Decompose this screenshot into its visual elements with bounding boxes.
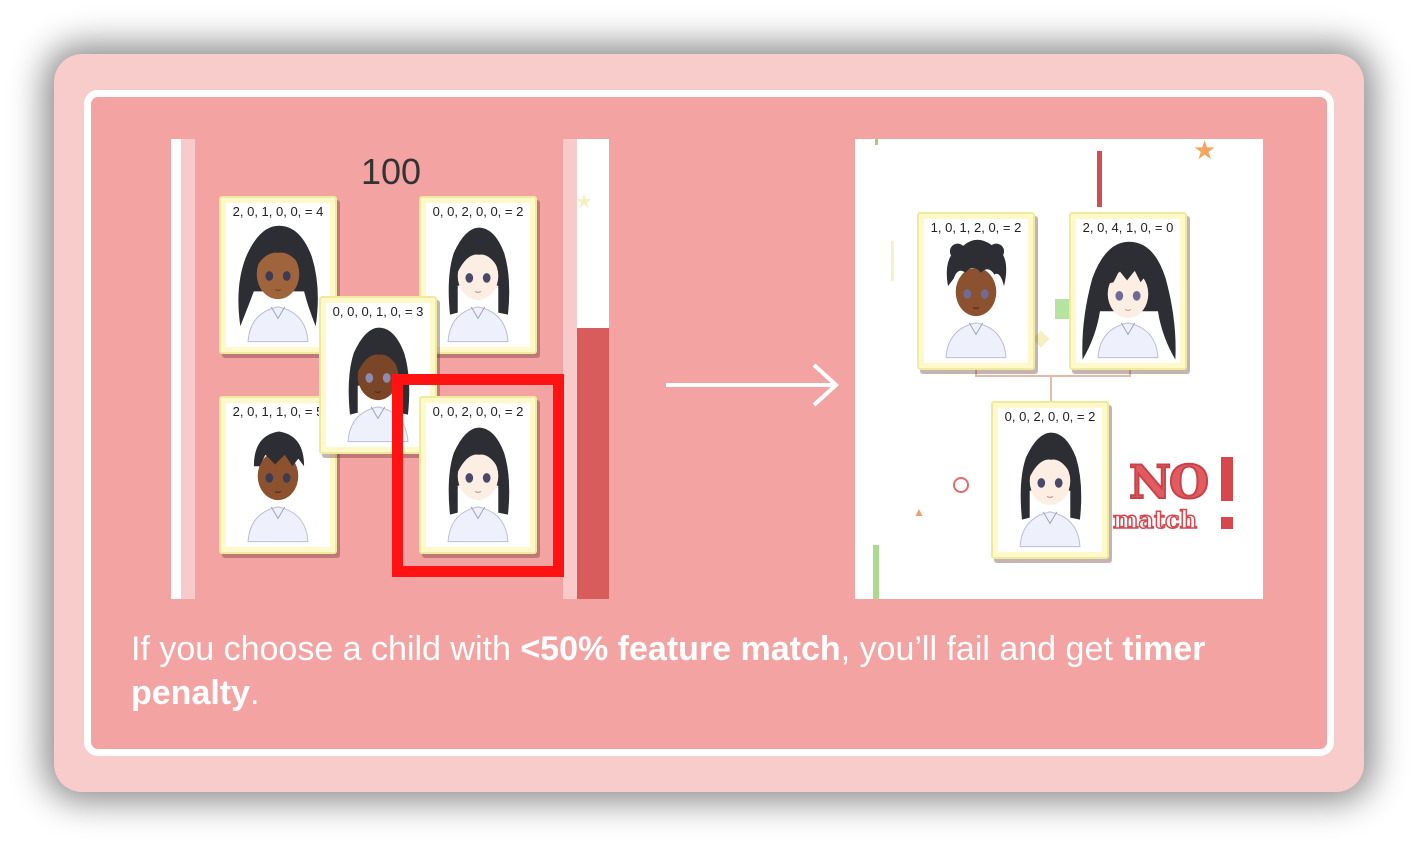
card-feature-label: 0, 0, 2, 0, 0, = 2 [1004, 409, 1096, 424]
child-card-selected: 0, 0, 2, 0, 0, = 2 [991, 401, 1109, 559]
selection-highlight [392, 374, 564, 577]
slide-frame: ★ 100 2, 0, 1, 0, 0, = 4 0, 0, 2, 0, 0, … [84, 90, 1334, 756]
avatar-short-hair-dark-skin [247, 431, 309, 543]
family-connector-stem [1050, 375, 1052, 401]
parent-card: 2, 0, 4, 1, 0, = 0 [1069, 212, 1187, 370]
tutorial-slide: ★ 100 2, 0, 1, 0, 0, = 4 0, 0, 2, 0, 0, … [54, 54, 1364, 792]
decor-square [1055, 299, 1069, 319]
result-screenshot: ▲ ★ 1, 0, 1, 2, 0, = 2 2, 0, 4, 1, 0, = … [855, 139, 1263, 599]
card-feature-label: 0, 0, 0, 1, 0, = 3 [332, 304, 424, 319]
decor-line [873, 545, 879, 599]
card-feature-label: 1, 0, 1, 2, 0, = 2 [930, 220, 1022, 235]
caption-text: . [250, 674, 260, 712]
stamp-no-text: NO [1128, 454, 1210, 510]
caption-text: If you choose a child with [131, 630, 521, 668]
decor-circle [953, 477, 969, 493]
decor-line [891, 241, 894, 281]
decor-line [875, 139, 878, 145]
no-match-stamp: NO match [1112, 454, 1237, 535]
avatar-long-wavy-hair-light-skin [1082, 241, 1176, 360]
tutorial-caption: If you choose a child with <50% feature … [131, 627, 1281, 715]
decor-triangle: ▲ [913, 505, 925, 519]
score-counter: 100 [361, 151, 422, 192]
avatar-straight-hair-light-skin [1019, 432, 1082, 548]
caption-text: , you’ll fail and get [840, 630, 1123, 668]
right-arrow-icon [666, 363, 839, 407]
card-feature-label: 2, 0, 1, 1, 0, = 5 [232, 404, 324, 419]
board-left-border [171, 139, 181, 599]
caption-emphasis: <50% feature match [520, 630, 841, 668]
parent-card: 1, 0, 1, 2, 0, = 2 [917, 212, 1035, 370]
stamp-match-text: match [1112, 504, 1198, 535]
slide-content: ★ 100 2, 0, 1, 0, 0, = 4 0, 0, 2, 0, 0, … [96, 102, 1322, 744]
card-feature-label: 2, 0, 1, 0, 0, = 4 [232, 204, 324, 219]
game-board-screenshot: ★ 100 2, 0, 1, 0, 0, = 4 0, 0, 2, 0, 0, … [171, 139, 609, 599]
board-left-stripe [181, 139, 195, 599]
avatar-long-wavy-hair-dark-skin [238, 225, 318, 343]
star-icon: ★ [1193, 139, 1217, 165]
decor-line [1097, 151, 1102, 207]
timer-bar-fill [577, 327, 609, 599]
avatar-straight-hair-light-skin [447, 227, 510, 343]
decor-diamond [1032, 330, 1050, 348]
star-icon: ★ [575, 191, 593, 213]
card-feature-label: 2, 0, 4, 1, 0, = 0 [1082, 220, 1174, 235]
avatar-curly-hair-dark-skin [945, 239, 1007, 359]
card-feature-label: 0, 0, 2, 0, 0, = 2 [432, 204, 524, 219]
